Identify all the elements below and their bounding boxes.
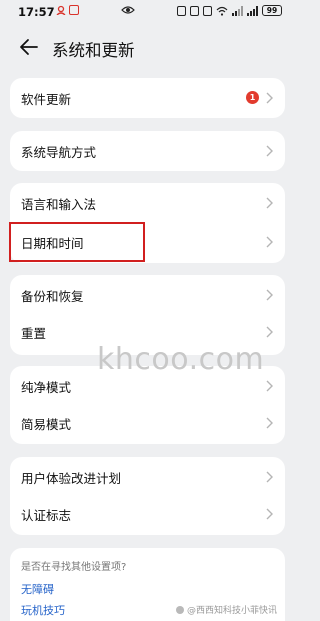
row-label: 软件更新 xyxy=(21,92,72,107)
row-software-update[interactable]: 软件更新 1 xyxy=(10,79,285,117)
chevron-right-icon xyxy=(266,380,273,392)
row-simple-mode[interactable]: 简易模式 xyxy=(10,404,285,442)
chevron-right-icon xyxy=(266,471,273,483)
notification-message-icon xyxy=(69,5,79,15)
update-count-badge: 1 xyxy=(246,91,259,104)
watermark-text: khcoo.com xyxy=(97,342,265,377)
settings-group-navigation: 系统导航方式 xyxy=(10,131,285,171)
nfc-icon xyxy=(177,5,186,16)
back-arrow-icon[interactable] xyxy=(18,36,40,58)
eye-comfort-icon xyxy=(121,6,135,14)
settings-group-modes: 纯净模式 简易模式 xyxy=(10,366,285,444)
row-label: 简易模式 xyxy=(21,417,72,432)
settings-group-update: 软件更新 1 xyxy=(10,78,285,118)
row-label: 纯净模式 xyxy=(21,380,72,395)
row-label: 认证标志 xyxy=(21,508,72,523)
status-time: 17:57 xyxy=(18,5,55,19)
chevron-right-icon xyxy=(266,236,273,248)
chevron-right-icon xyxy=(266,289,273,301)
signal-icon-1 xyxy=(232,5,243,16)
vibrate-icon xyxy=(190,5,199,16)
notification-app-icon xyxy=(56,5,66,15)
page-header: 系统和更新 xyxy=(0,30,296,66)
row-certification-marks[interactable]: 认证标志 xyxy=(10,495,285,533)
chevron-right-icon xyxy=(266,326,273,338)
status-bar: 17:57 99 xyxy=(0,0,296,24)
wifi-icon xyxy=(216,6,228,16)
chevron-right-icon xyxy=(266,197,273,209)
suggestions-question: 是否在寻找其他设置项? xyxy=(21,562,127,573)
credit-logo-icon xyxy=(176,605,184,614)
chevron-right-icon xyxy=(266,145,273,157)
row-label: 备份和恢复 xyxy=(21,289,84,304)
highlight-box xyxy=(9,222,145,262)
row-backup-restore[interactable]: 备份和恢复 xyxy=(10,276,285,314)
settings-group-experience: 用户体验改进计划 认证标志 xyxy=(10,457,285,535)
alarm-icon xyxy=(203,5,212,16)
signal-icon-2 xyxy=(247,5,258,16)
chevron-right-icon xyxy=(266,508,273,520)
link-tips[interactable]: 玩机技巧 xyxy=(21,602,65,618)
link-accessibility[interactable]: 无障碍 xyxy=(21,581,54,597)
notification-icons xyxy=(56,5,79,15)
system-status-icons: 99 xyxy=(177,5,282,16)
row-system-navigation[interactable]: 系统导航方式 xyxy=(10,132,285,170)
credit-text: @西西知科技小菲快讯 xyxy=(176,603,277,616)
page-title: 系统和更新 xyxy=(52,41,135,60)
row-label: 语言和输入法 xyxy=(21,197,97,212)
row-label: 重置 xyxy=(21,326,47,341)
row-label: 系统导航方式 xyxy=(21,145,97,160)
chevron-right-icon xyxy=(266,417,273,429)
credit-label: @西西知科技小菲快讯 xyxy=(187,606,278,616)
row-label: 用户体验改进计划 xyxy=(21,471,122,486)
row-user-experience-program[interactable]: 用户体验改进计划 xyxy=(10,458,285,496)
chevron-right-icon xyxy=(266,92,273,104)
row-language-input[interactable]: 语言和输入法 xyxy=(10,184,285,222)
battery-icon: 99 xyxy=(262,5,282,16)
